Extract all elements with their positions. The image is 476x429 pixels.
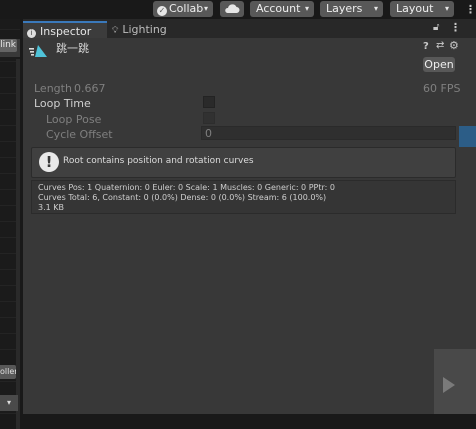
chevron-down-icon: ▾ xyxy=(203,4,208,13)
account-dropdown[interactable]: Account ▾ xyxy=(250,1,314,17)
chevron-down-icon: ▾ xyxy=(373,4,378,13)
animation-clip-icon xyxy=(29,45,47,57)
asset-name: 跳一跳 xyxy=(56,42,89,55)
gear-icon[interactable]: ⚙ xyxy=(449,39,459,52)
left-panel: link oller ▾ xyxy=(0,19,20,429)
help-icon[interactable]: ? xyxy=(423,41,429,52)
inspector-panel: i Inspector 💡︎ Lighting 🔓︎ ⋮ 跳一跳 ? ⇄ ⚙ Ope… xyxy=(23,19,476,414)
left-tab-label: link xyxy=(0,39,17,52)
length-label: Length xyxy=(34,82,72,95)
more-menu-icon[interactable]: ⋮ xyxy=(465,3,476,16)
help-box: ! Root contains position and rotation cu… xyxy=(31,147,456,178)
play-icon[interactable] xyxy=(443,377,455,393)
chevron-down-icon: ▾ xyxy=(304,4,309,13)
open-button[interactable]: Open xyxy=(423,57,455,72)
tab-bar: i Inspector 💡︎ Lighting 🔓︎ ⋮ xyxy=(23,19,476,38)
preset-icon[interactable]: ⇄ xyxy=(436,40,444,51)
layers-label: Layers xyxy=(326,2,363,15)
loop-pose-label: Loop Pose xyxy=(46,113,102,126)
tab-lighting[interactable]: 💡︎ Lighting xyxy=(108,21,178,38)
account-label: Account xyxy=(256,2,301,15)
tab-label: Inspector xyxy=(40,25,92,38)
bulb-icon: 💡︎ xyxy=(112,26,119,36)
collab-label: Collab xyxy=(169,2,204,15)
main-toolbar: ✓ Collab ▾ Account ▾ Layers ▾ Layout ▾ ⋮ xyxy=(0,0,476,19)
layout-dropdown[interactable]: Layout ▾ xyxy=(390,1,454,17)
preview-strip xyxy=(434,349,476,414)
loop-pose-checkbox[interactable] xyxy=(203,112,215,124)
left-dropdown[interactable]: ▾ xyxy=(0,395,18,411)
tab-menu-icon[interactable]: ⋮ xyxy=(450,21,461,34)
curve-info-box: Curves Pos: 1 Quaternion: 0 Euler: 0 Sca… xyxy=(31,180,456,214)
left-panel-tab[interactable]: link xyxy=(0,39,20,57)
fps-label: 60 FPS xyxy=(423,82,461,95)
help-message: Root contains position and rotation curv… xyxy=(63,156,254,166)
loop-time-label: Loop Time xyxy=(34,97,91,110)
curve-info-line: 3.1 KB xyxy=(38,203,64,212)
loop-time-checkbox[interactable] xyxy=(203,96,215,108)
collab-button[interactable]: ✓ Collab ▾ xyxy=(153,1,213,17)
curve-info-line: Curves Total: 6, Constant: 0 (0.0%) Dens… xyxy=(38,193,327,202)
chevron-down-icon: ▾ xyxy=(444,4,449,13)
tab-inspector[interactable]: i Inspector xyxy=(23,21,107,38)
warning-icon: ! xyxy=(39,152,59,172)
left-scrollbar[interactable] xyxy=(16,59,20,429)
check-icon: ✓ xyxy=(157,6,167,16)
cycle-offset-field[interactable]: 0 xyxy=(201,126,456,140)
cloud-icon xyxy=(225,4,240,13)
cycle-offset-label: Cycle Offset xyxy=(46,128,113,141)
tab-label: Lighting xyxy=(122,23,167,36)
controller-label: oller xyxy=(0,365,16,379)
curve-info-line: Curves Pos: 1 Quaternion: 0 Euler: 0 Sca… xyxy=(38,183,335,192)
preview-area xyxy=(23,219,476,414)
lock-icon[interactable]: 🔓︎ xyxy=(433,22,439,33)
info-icon: i xyxy=(27,29,36,38)
layout-label: Layout xyxy=(396,2,434,15)
selection-marker xyxy=(459,126,476,147)
length-value: 0.667 xyxy=(74,82,106,95)
layers-dropdown[interactable]: Layers ▾ xyxy=(320,1,383,17)
cloud-button[interactable] xyxy=(220,1,244,17)
